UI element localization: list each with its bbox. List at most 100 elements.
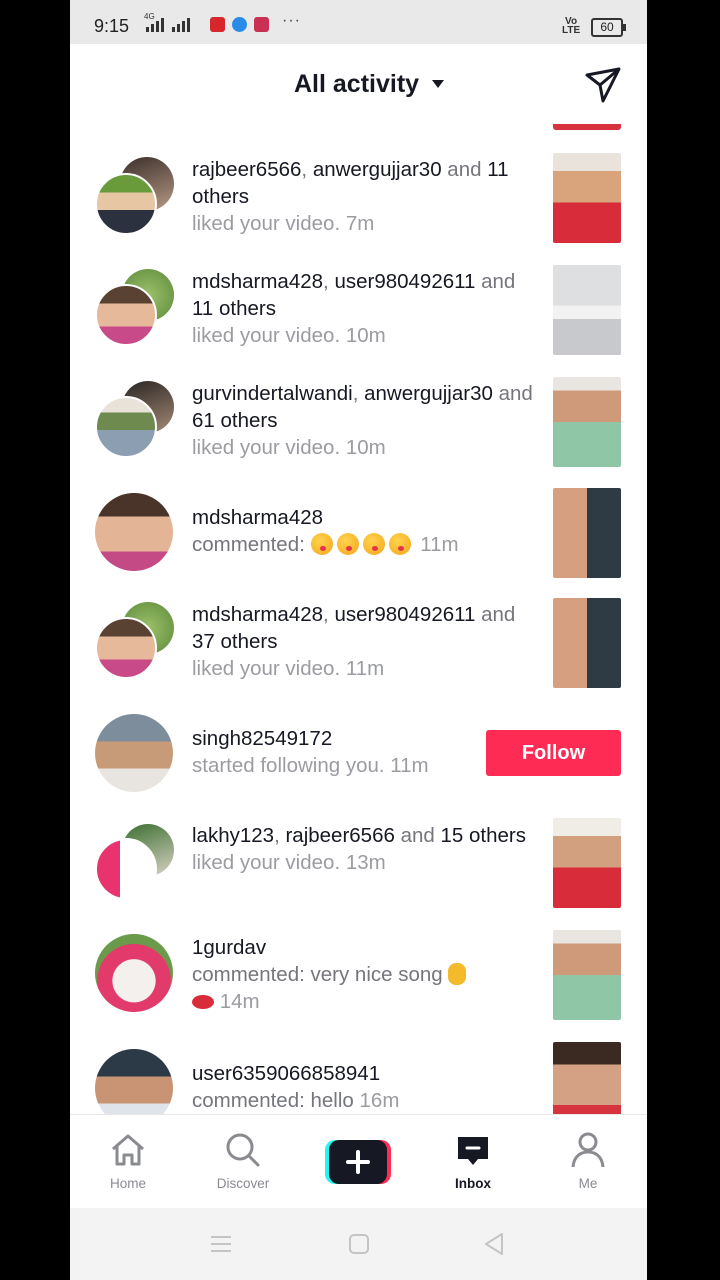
tab-home[interactable]: Home [83,1115,173,1209]
ok-hand-emoji-icon [448,963,467,985]
avatar[interactable] [95,396,157,458]
plus-icon[interactable] [325,1140,391,1184]
username[interactable]: user980492611 [334,603,475,626]
others-count: 15 [440,824,464,847]
news-app-icon [210,17,225,32]
separator: , [274,824,286,847]
paper-plane-icon[interactable] [584,66,622,104]
notification-time: 10m [345,436,386,459]
notification-text: gurvindertalwandi, anwergujjar30 and 61 … [192,380,537,461]
notification-time: 11m [345,657,385,680]
separator: , [301,158,313,181]
notification-action: liked your video. [192,324,341,347]
kiss-emoji-icon [310,533,333,555]
others-text: others [463,824,526,847]
username[interactable]: mdsharma428 [192,506,323,529]
others-text: others [192,185,249,208]
video-thumbnail[interactable] [553,1042,621,1114]
notification-time: 11m [390,754,429,777]
notification-app-icons [210,17,269,32]
notification-action: liked your video. [192,657,341,680]
notification-time: 10m [345,324,386,347]
notification-text: mdsharma428, user980492611 and 37 others… [192,601,537,682]
and-text: and [394,824,441,847]
separator: , [323,270,335,293]
separator: , [323,603,335,626]
username[interactable]: anwergujjar30 [313,158,442,181]
avatar[interactable] [95,173,157,235]
avatar[interactable] [95,838,157,900]
status-bar: 9:15 4G ··· Vo LTE 60 [70,0,647,44]
menu-nav-icon[interactable] [209,1233,233,1255]
notification-text: mdsharma428 commented: 11m [192,504,537,558]
others-text: others [214,630,278,653]
avatar[interactable] [95,1049,173,1114]
and-text: and [441,158,488,181]
kiss-emoji-icon [362,533,385,555]
notification-action: liked your video. [192,212,341,235]
notification-action: commented: [192,533,305,556]
lips-emoji-icon [192,995,214,1009]
username[interactable]: mdsharma428 [192,603,323,626]
notification-time: 11m [420,533,459,556]
inbox-icon [458,1137,488,1165]
back-nav-icon[interactable] [483,1232,505,1256]
and-text: and [492,382,533,405]
username[interactable]: gurvindertalwandi [192,382,353,405]
battery-icon: 60 [591,18,626,37]
tab-discover[interactable]: Discover [198,1115,288,1209]
username[interactable]: singh82549172 [192,727,332,750]
system-navigation-bar [70,1208,647,1280]
video-thumbnail[interactable] [553,598,621,688]
video-thumbnail[interactable] [553,818,621,908]
avatar[interactable] [95,493,173,571]
browser-app-icon [232,17,247,32]
video-thumbnail[interactable] [553,153,621,243]
bottom-tab-bar: Home Discover Inbox Me [70,1114,647,1209]
username[interactable]: anwergujjar30 [364,382,493,405]
network-label: 4G [144,12,155,21]
video-thumbnail[interactable] [553,265,621,355]
tab-inbox[interactable]: Inbox [428,1115,518,1209]
tab-me[interactable]: Me [543,1115,633,1209]
avatar[interactable] [95,714,173,792]
kiss-emoji-icon [336,533,359,555]
video-thumbnail[interactable] [553,377,621,467]
username[interactable]: rajbeer6566 [192,158,301,181]
more-notifications-icon: ··· [282,12,301,29]
home-icon [112,1134,144,1166]
status-time: 9:15 [94,16,130,36]
activity-list[interactable]: rajbeer6566, anwergujjar30 and 11 others… [70,124,647,1114]
notification-text: mdsharma428, user980492611 and 11 others… [192,268,537,349]
and-text: and [475,603,516,626]
activity-filter-dropdown[interactable]: All activity [294,70,419,99]
tab-label: Home [109,1176,146,1191]
avatar[interactable] [95,284,157,346]
tab-label: Me [578,1176,598,1191]
signal-icon: 4G [144,12,190,32]
and-text: and [475,270,516,293]
notification-text: user6359066858941 commented: hello 16m [192,1060,537,1114]
username[interactable]: lakhy123 [192,824,274,847]
username[interactable]: user6359066858941 [192,1062,380,1085]
username[interactable]: mdsharma428 [192,270,323,293]
separator: , [352,382,365,405]
username[interactable]: 1gurdav [192,936,266,959]
volte-indicator: Vo LTE [562,17,581,36]
avatar[interactable] [95,617,157,679]
notification-action: commented: very nice song [192,963,443,986]
username[interactable]: rajbeer6566 [285,824,394,847]
video-thumbnail[interactable] [553,930,621,1020]
video-thumbnail-partial[interactable] [553,124,621,130]
volte-line-2: LTE [562,25,581,36]
notification-time: 14m [219,990,260,1013]
avatar[interactable] [95,934,173,1012]
others-count: 11 [487,158,509,181]
notification-action: commented: hello [192,1089,354,1112]
video-thumbnail[interactable] [553,488,621,578]
notification-action: liked your video. [192,436,341,459]
home-nav-icon[interactable] [348,1233,370,1255]
username[interactable]: user980492611 [334,270,475,293]
follow-button[interactable]: Follow [486,730,621,776]
caret-down-icon[interactable] [432,80,444,88]
